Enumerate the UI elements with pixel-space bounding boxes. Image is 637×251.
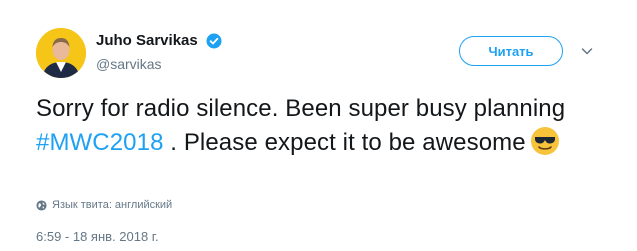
follow-button[interactable]: Читать bbox=[459, 36, 563, 66]
chevron-down-icon[interactable] bbox=[580, 44, 594, 58]
tweet-text: Sorry for radio silence. Been super busy… bbox=[36, 92, 606, 160]
language-label: Язык твита: английский bbox=[52, 199, 173, 211]
tweet-text-part: . Please expect it to be awesome bbox=[163, 129, 526, 156]
tweet-timestamp[interactable]: 6:59 - 18 янв. 2018 г. bbox=[36, 229, 159, 244]
tweet-language: Язык твита: английский bbox=[36, 199, 172, 211]
globe-icon bbox=[36, 199, 47, 211]
hashtag-link[interactable]: #MWC2018 bbox=[36, 129, 164, 156]
author-header: Juho Sarvikas @sarvikas bbox=[96, 32, 222, 72]
tweet-text-part: Sorry for radio silence. Been super busy… bbox=[36, 95, 566, 122]
smiling-face-with-sunglasses-icon bbox=[530, 127, 559, 155]
author-avatar[interactable] bbox=[36, 28, 86, 78]
author-handle[interactable]: @sarvikas bbox=[96, 56, 222, 72]
verified-badge-icon bbox=[206, 33, 222, 49]
profile-photo-icon bbox=[36, 28, 86, 78]
author-name[interactable]: Juho Sarvikas bbox=[96, 32, 198, 49]
